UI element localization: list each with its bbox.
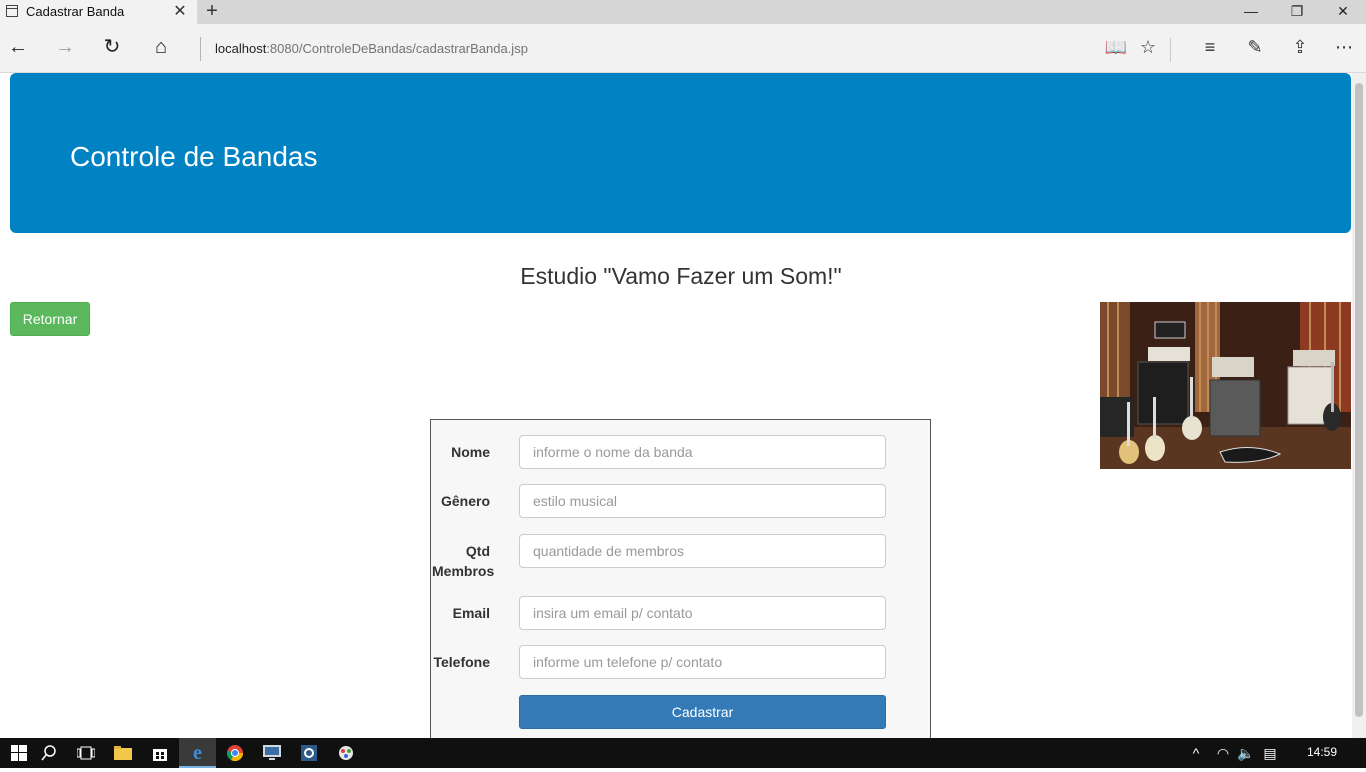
- address-path: :8080/ControleDeBandas/cadastrarBanda.js…: [266, 41, 528, 56]
- address-bar[interactable]: localhost:8080/ControleDeBandas/cadastra…: [215, 41, 528, 56]
- tab-close-icon[interactable]: ✕: [171, 1, 189, 21]
- file-explorer-icon[interactable]: [104, 738, 141, 768]
- amplifiers-guitars-image: [1100, 302, 1351, 469]
- store-icon[interactable]: [141, 738, 178, 768]
- email-input[interactable]: [519, 596, 886, 630]
- show-hidden-icons-icon[interactable]: ^: [1186, 738, 1206, 768]
- browser-toolbar: ← → ↻ ⌂ localhost:8080/ControleDeBandas/…: [0, 24, 1366, 73]
- vertical-scrollbar[interactable]: [1352, 73, 1366, 738]
- qtd-membros-input[interactable]: [519, 534, 886, 568]
- telefone-label: Telefone: [433, 654, 490, 670]
- toolbar-divider: [1170, 38, 1171, 62]
- forward-icon[interactable]: →: [50, 32, 80, 62]
- studio-title: Estudio "Vamo Fazer um Som!": [520, 263, 842, 289]
- studio-photo: [1100, 302, 1351, 469]
- volume-icon[interactable]: 🔈: [1236, 738, 1256, 768]
- network-icon[interactable]: ◠: [1212, 738, 1234, 768]
- window-close-icon[interactable]: ✕: [1320, 0, 1366, 24]
- register-band-form: Nome Gênero Qtd Membros Email Telefone C…: [430, 419, 931, 738]
- page-content: Controle de Bandas Estudio "Vamo Fazer u…: [0, 73, 1352, 738]
- jumbotron: Controle de Bandas: [10, 73, 1351, 233]
- more-icon[interactable]: ⋯: [1329, 32, 1359, 62]
- genero-input[interactable]: [519, 484, 886, 518]
- browser-tab[interactable]: Cadastrar Banda ✕: [0, 0, 197, 24]
- page-icon: [6, 5, 18, 17]
- tab-title: Cadastrar Banda: [26, 4, 125, 19]
- scrollbar-thumb[interactable]: [1355, 83, 1363, 717]
- address-host: localhost: [215, 41, 267, 56]
- taskbar: e ^ ◠ 🔈 ▤ 14:59: [0, 738, 1366, 768]
- clock[interactable]: 14:59: [1290, 738, 1354, 768]
- email-label: Email: [452, 605, 490, 621]
- chrome-icon[interactable]: [216, 738, 253, 768]
- qtd-label-line2: Membros: [432, 563, 495, 579]
- app-icon-1[interactable]: [253, 738, 290, 768]
- hub-icon[interactable]: ≡: [1195, 32, 1225, 62]
- qtd-label-line1: Qtd: [465, 543, 490, 559]
- web-note-icon[interactable]: ✎: [1240, 32, 1270, 62]
- tab-strip: Cadastrar Banda ✕ + — ❐ ✕: [0, 0, 1366, 24]
- cadastrar-button[interactable]: Cadastrar: [519, 695, 886, 729]
- reading-view-icon[interactable]: 📖: [1101, 32, 1131, 62]
- return-button[interactable]: Retornar: [10, 302, 90, 336]
- new-tab-icon[interactable]: +: [203, 0, 221, 22]
- restore-icon[interactable]: ❐: [1274, 0, 1320, 24]
- favorites-icon[interactable]: ☆: [1133, 32, 1163, 62]
- genero-label: Gênero: [440, 493, 490, 509]
- home-icon[interactable]: ⌂: [146, 32, 176, 62]
- app-icon-3[interactable]: [327, 738, 364, 768]
- minimize-icon[interactable]: —: [1228, 0, 1274, 24]
- back-icon[interactable]: ←: [3, 32, 33, 62]
- share-icon[interactable]: ⇪: [1285, 32, 1315, 62]
- telefone-input[interactable]: [519, 645, 886, 679]
- search-icon[interactable]: [30, 738, 67, 768]
- nome-input[interactable]: [519, 435, 886, 469]
- edge-icon[interactable]: e: [179, 738, 216, 768]
- address-divider: [200, 37, 201, 61]
- page-title: Controle de Bandas: [70, 141, 318, 172]
- task-view-icon[interactable]: [67, 738, 104, 768]
- app-icon-2[interactable]: [290, 738, 327, 768]
- nome-label: Nome: [451, 444, 490, 460]
- refresh-icon[interactable]: ↻: [97, 32, 127, 62]
- action-center-icon[interactable]: ▤: [1260, 738, 1280, 768]
